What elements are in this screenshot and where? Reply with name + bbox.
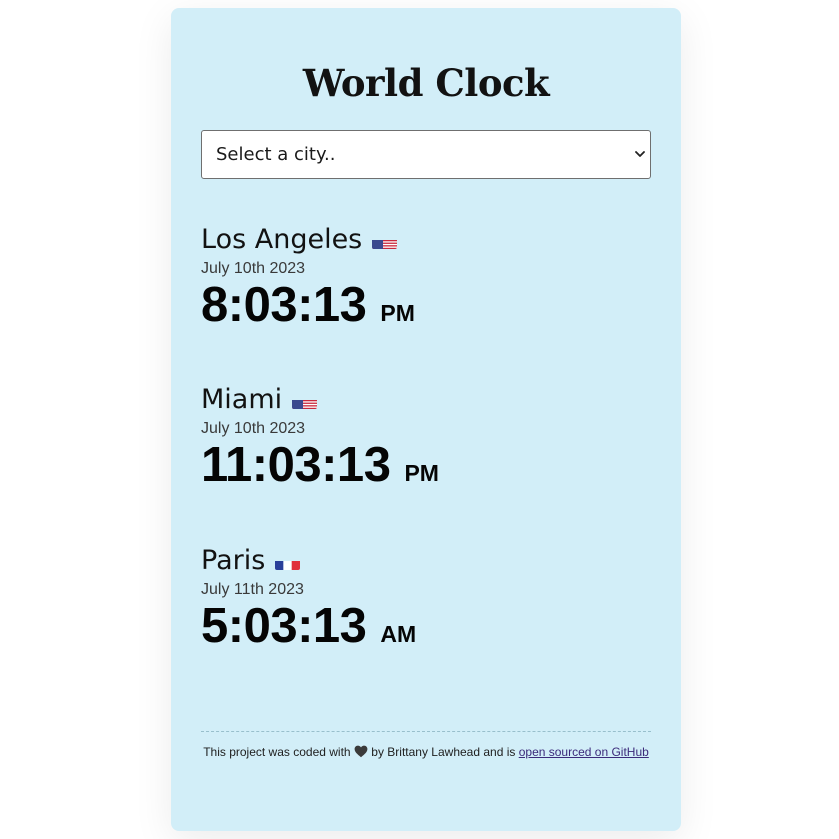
black-heart-icon: [354, 745, 368, 758]
city-date: July 10th 2023: [201, 260, 306, 277]
city-select[interactable]: Select a city..: [201, 130, 651, 179]
city-name: Los Angeles: [201, 224, 363, 255]
github-link[interactable]: open sourced on GitHub: [519, 745, 649, 759]
city-ampm: PM: [380, 300, 415, 326]
footer: This project was coded with by Brittany …: [201, 745, 651, 759]
france-flag-icon: [275, 553, 301, 570]
city-name: Miami: [201, 384, 283, 415]
footer-text-before: This project was coded with: [203, 745, 351, 759]
chevron-down-icon: [635, 151, 645, 157]
city-date: July 10th 2023: [201, 420, 306, 437]
page-title: World Clock: [302, 61, 550, 105]
city-ampm: AM: [380, 621, 417, 647]
city-block-miami: Miami July 10th 2023 11:03:13 PM: [201, 383, 439, 491]
city-block-paris: Paris July 11th 2023 5:03:13 AM: [201, 544, 416, 652]
city-time-row: 8:03:13 PM: [201, 279, 415, 331]
city-time: 11:03:13: [201, 438, 391, 492]
us-flag-icon: [372, 232, 398, 249]
city-name: Paris: [201, 545, 266, 576]
city-time-row: 11:03:13 PM: [201, 439, 439, 491]
city-date: July 11th 2023: [201, 581, 304, 598]
footer-divider: [201, 731, 651, 732]
city-time: 5:03:13: [201, 599, 367, 653]
city-ampm: PM: [404, 460, 439, 486]
city-name-row: Los Angeles: [201, 223, 415, 257]
city-block-los-angeles: Los Angeles July 10th 2023 8:03:13 PM: [201, 223, 415, 331]
us-flag-icon: [292, 392, 318, 409]
city-name-row: Miami: [201, 383, 439, 417]
city-select-value: Select a city..: [216, 144, 336, 165]
city-time-row: 5:03:13 AM: [201, 600, 416, 652]
city-name-row: Paris: [201, 544, 416, 578]
world-clock-card: World Clock Select a city.. Los Angeles: [171, 8, 681, 831]
city-time: 8:03:13: [201, 278, 367, 332]
footer-text-middle: by Brittany Lawhead and is: [371, 745, 516, 759]
